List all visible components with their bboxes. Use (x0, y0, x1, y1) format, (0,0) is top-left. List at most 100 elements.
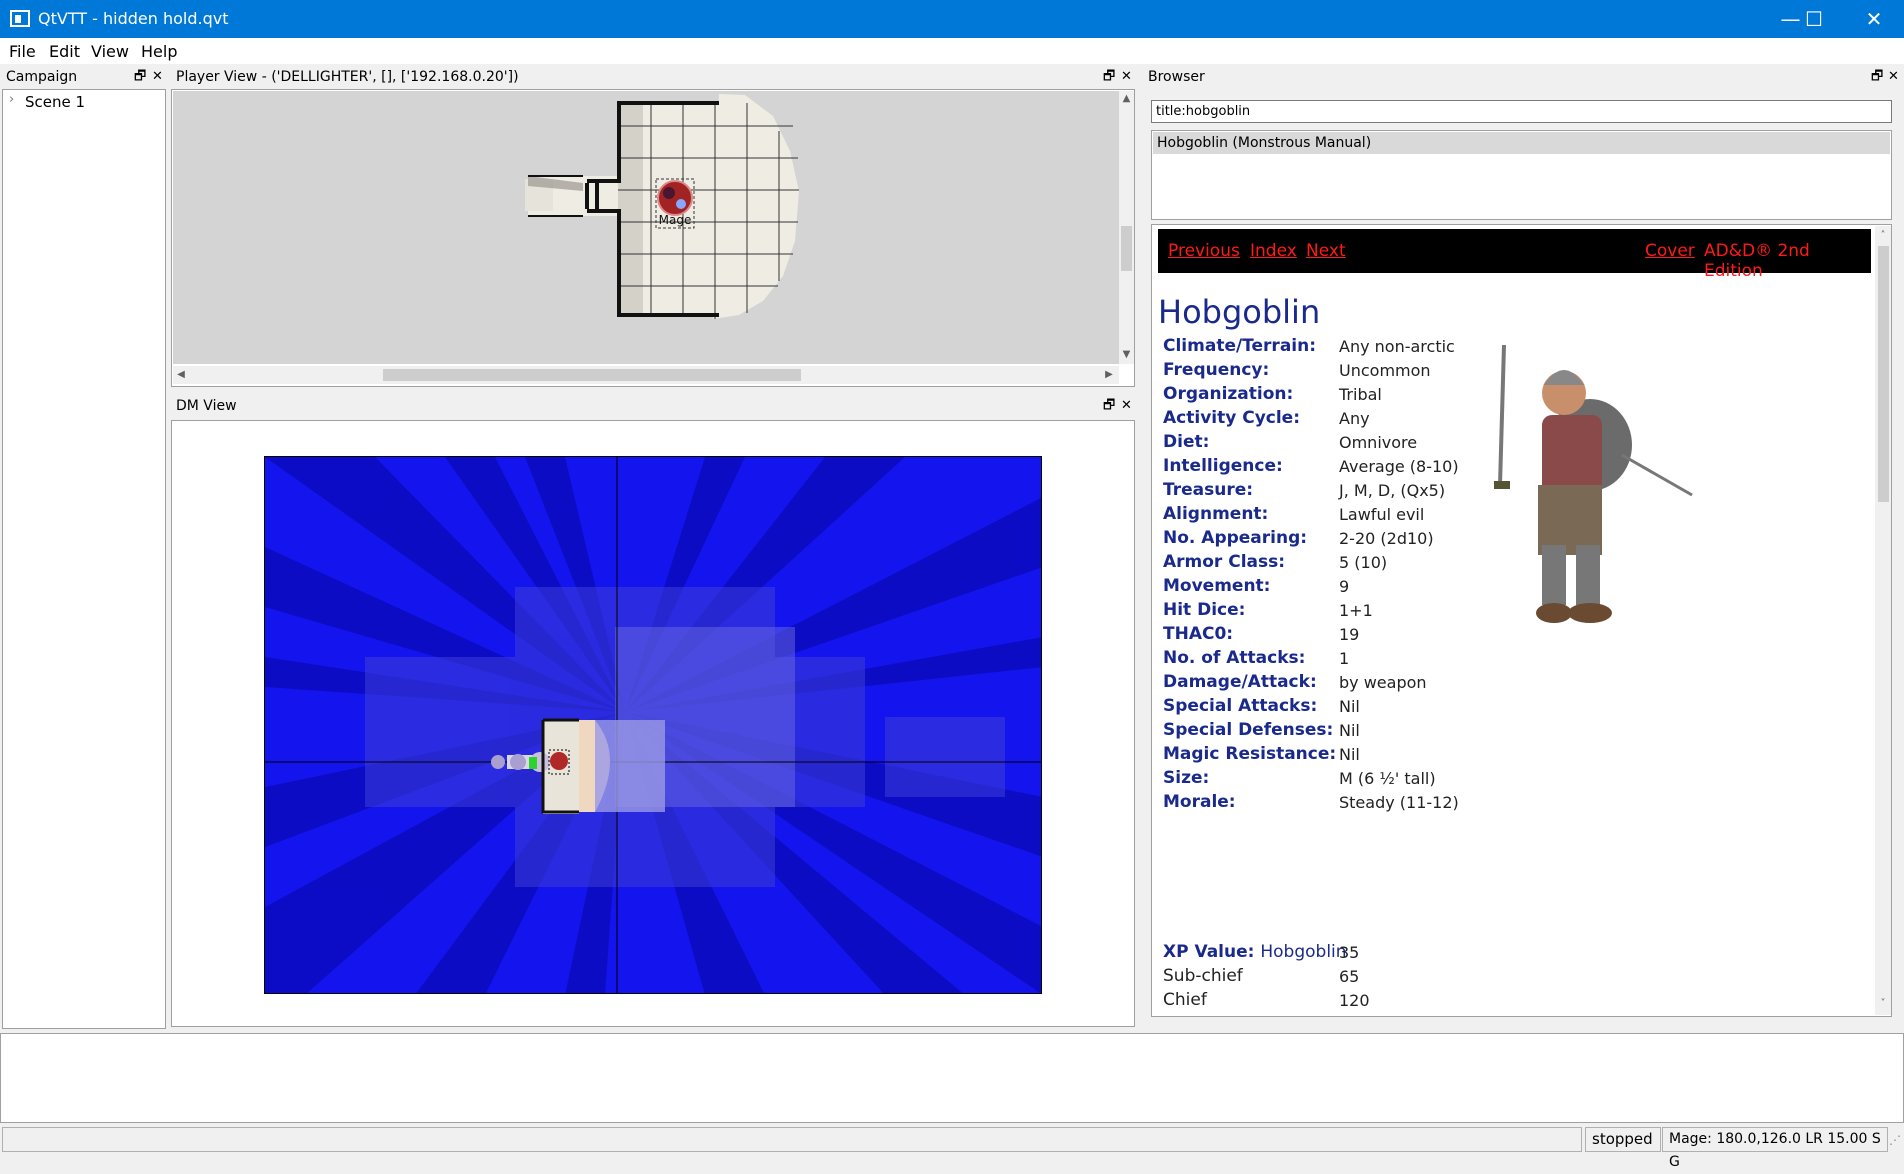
close-icon[interactable]: ✕ (1121, 66, 1132, 88)
dm-view (171, 420, 1135, 1027)
log-area[interactable] (0, 1033, 1904, 1123)
float-icon[interactable]: 🗗 (1103, 395, 1115, 417)
scroll-thumb[interactable] (1121, 226, 1132, 271)
stat-key: Movement: (1163, 576, 1271, 596)
stat-value: by weapon (1339, 673, 1427, 692)
menu-view[interactable]: View (91, 42, 129, 61)
player-view-title: Player View - ('DELLIGHTER', [], ['192.1… (176, 69, 519, 85)
hobgoblin-illustration (1494, 345, 1693, 623)
stat-value: Steady (11-12) (1339, 793, 1459, 812)
chevron-right-icon[interactable]: › (9, 92, 14, 107)
player-map-canvas[interactable]: Mage (173, 91, 1119, 364)
player-view: Mage ▲ ▼ ◀ ▶ (171, 89, 1135, 387)
chief-key: Chief (1163, 990, 1207, 1010)
menu-bar: File Edit View Help (0, 38, 1904, 64)
stat-value: Nil (1339, 697, 1360, 716)
window-title: QtVTT - hidden hold.qvt (38, 9, 229, 28)
arrow-left-icon[interactable]: ◀ (175, 369, 187, 380)
stat-value: Lawful evil (1339, 505, 1425, 524)
previous-link[interactable]: Previous (1168, 241, 1240, 261)
player-horizontal-scrollbar[interactable]: ◀ ▶ (173, 366, 1119, 384)
stat-value: Nil (1339, 745, 1360, 764)
stat-value: 5 (10) (1339, 553, 1388, 572)
stat-value: 19 (1339, 625, 1360, 644)
chevron-down-icon[interactable]: ˅ (1875, 998, 1891, 1009)
close-icon[interactable]: ✕ (1888, 66, 1899, 88)
menu-help[interactable]: Help (141, 42, 177, 61)
doc-nav-bar: Previous Index Next Cover AD&D® 2nd Edit… (1158, 229, 1871, 281)
stat-key: Climate/Terrain: (1163, 336, 1317, 356)
next-link[interactable]: Next (1306, 241, 1346, 261)
stat-key: Size: (1163, 768, 1210, 788)
stat-key: Morale: (1163, 792, 1236, 812)
stat-key: Alignment: (1163, 504, 1269, 524)
search-input[interactable] (1151, 100, 1892, 123)
float-icon[interactable]: 🗗 (1103, 66, 1115, 88)
stat-value: Any (1339, 409, 1370, 428)
list-item[interactable]: Hobgoblin (Monstrous Manual) (1153, 132, 1890, 154)
status-state: stopped (1585, 1127, 1661, 1152)
close-icon[interactable]: ✕ (152, 66, 163, 88)
page-title: Hobgoblin (1158, 293, 1321, 331)
title-bar: QtVTT - hidden hold.qvt — ☐ ✕ (0, 0, 1904, 38)
arrow-down-icon[interactable]: ▼ (1119, 349, 1134, 360)
document-scrollbar[interactable]: ˄ ˅ (1875, 226, 1891, 1015)
chief-value: 120 (1339, 991, 1370, 1010)
scroll-thumb[interactable] (383, 369, 801, 381)
arrow-right-icon[interactable]: ▶ (1103, 369, 1115, 380)
arrow-up-icon[interactable]: ▲ (1119, 93, 1134, 104)
player-map-svg: Mage (525, 94, 799, 319)
float-icon[interactable]: 🗗 (134, 66, 146, 88)
stat-key: Diet: (1163, 432, 1210, 452)
campaign-tree: › Scene 1 (2, 89, 166, 1029)
app-icon (10, 10, 30, 27)
stat-value: 9 (1339, 577, 1350, 596)
browser-dock-title: Browser (1142, 66, 1904, 88)
stat-key: Special Attacks: (1163, 696, 1318, 716)
menu-edit[interactable]: Edit (49, 42, 80, 61)
stat-key: Damage/Attack: (1163, 672, 1317, 692)
scroll-thumb[interactable] (1878, 246, 1889, 502)
stat-key: Organization: (1163, 384, 1294, 404)
xp-value: 35 (1339, 943, 1360, 962)
float-icon[interactable]: 🗗 (1871, 66, 1883, 88)
browser-title: Browser (1148, 69, 1205, 85)
stat-value: 1+1 (1339, 601, 1373, 620)
stat-value: J, M, D, (Qx5) (1339, 481, 1446, 500)
stat-key: Hit Dice: (1163, 600, 1246, 620)
stat-value: Nil (1339, 721, 1360, 740)
status-bar: stopped Mage: 180.0,126.0 LR 15.00 S G ⋰ (0, 1125, 1904, 1170)
chevron-up-icon[interactable]: ˄ (1875, 230, 1891, 241)
stat-value: Average (8-10) (1339, 457, 1459, 476)
stat-key: Treasure: (1163, 480, 1254, 500)
xp-link[interactable]: Hobgoblin (1260, 942, 1346, 962)
stat-value: Omnivore (1339, 433, 1418, 452)
xp-key: XP Value: Hobgoblin (1163, 942, 1347, 962)
cover-link[interactable]: Cover (1645, 241, 1695, 261)
close-icon[interactable]: ✕ (1121, 395, 1132, 417)
index-link[interactable]: Index (1250, 241, 1297, 261)
dm-map-canvas[interactable] (264, 456, 1042, 994)
resize-grip-icon[interactable]: ⋰ (1889, 1133, 1901, 1147)
player-vertical-scrollbar[interactable]: ▲ ▼ (1119, 91, 1134, 364)
maximize-icon: ☐ (1805, 7, 1823, 31)
stat-value: Uncommon (1339, 361, 1431, 380)
stat-value: Any non-arctic (1339, 337, 1455, 356)
stat-value: 2-20 (2d10) (1339, 529, 1434, 548)
status-message (2, 1127, 1582, 1152)
close-button[interactable]: ✕ (1844, 0, 1904, 38)
token-label: Mage (659, 213, 692, 227)
stat-key: No. of Attacks: (1163, 648, 1306, 668)
sub-chief-key: Sub-chief (1163, 966, 1243, 986)
close-icon: ✕ (1865, 7, 1883, 31)
menu-file[interactable]: File (9, 42, 36, 61)
stat-key: Special Defenses: (1163, 720, 1334, 740)
stat-key: THAC0: (1163, 624, 1234, 644)
tree-item-scene[interactable]: Scene 1 (25, 93, 85, 111)
stat-key: Armor Class: (1163, 552, 1286, 572)
edition-label: AD&D® 2nd Edition (1704, 241, 1810, 281)
dm-view-title: DM View (176, 398, 237, 414)
sub-chief-value: 65 (1339, 967, 1360, 986)
maximize-button[interactable]: ☐ (1784, 0, 1844, 38)
stat-value: 1 (1339, 649, 1350, 668)
